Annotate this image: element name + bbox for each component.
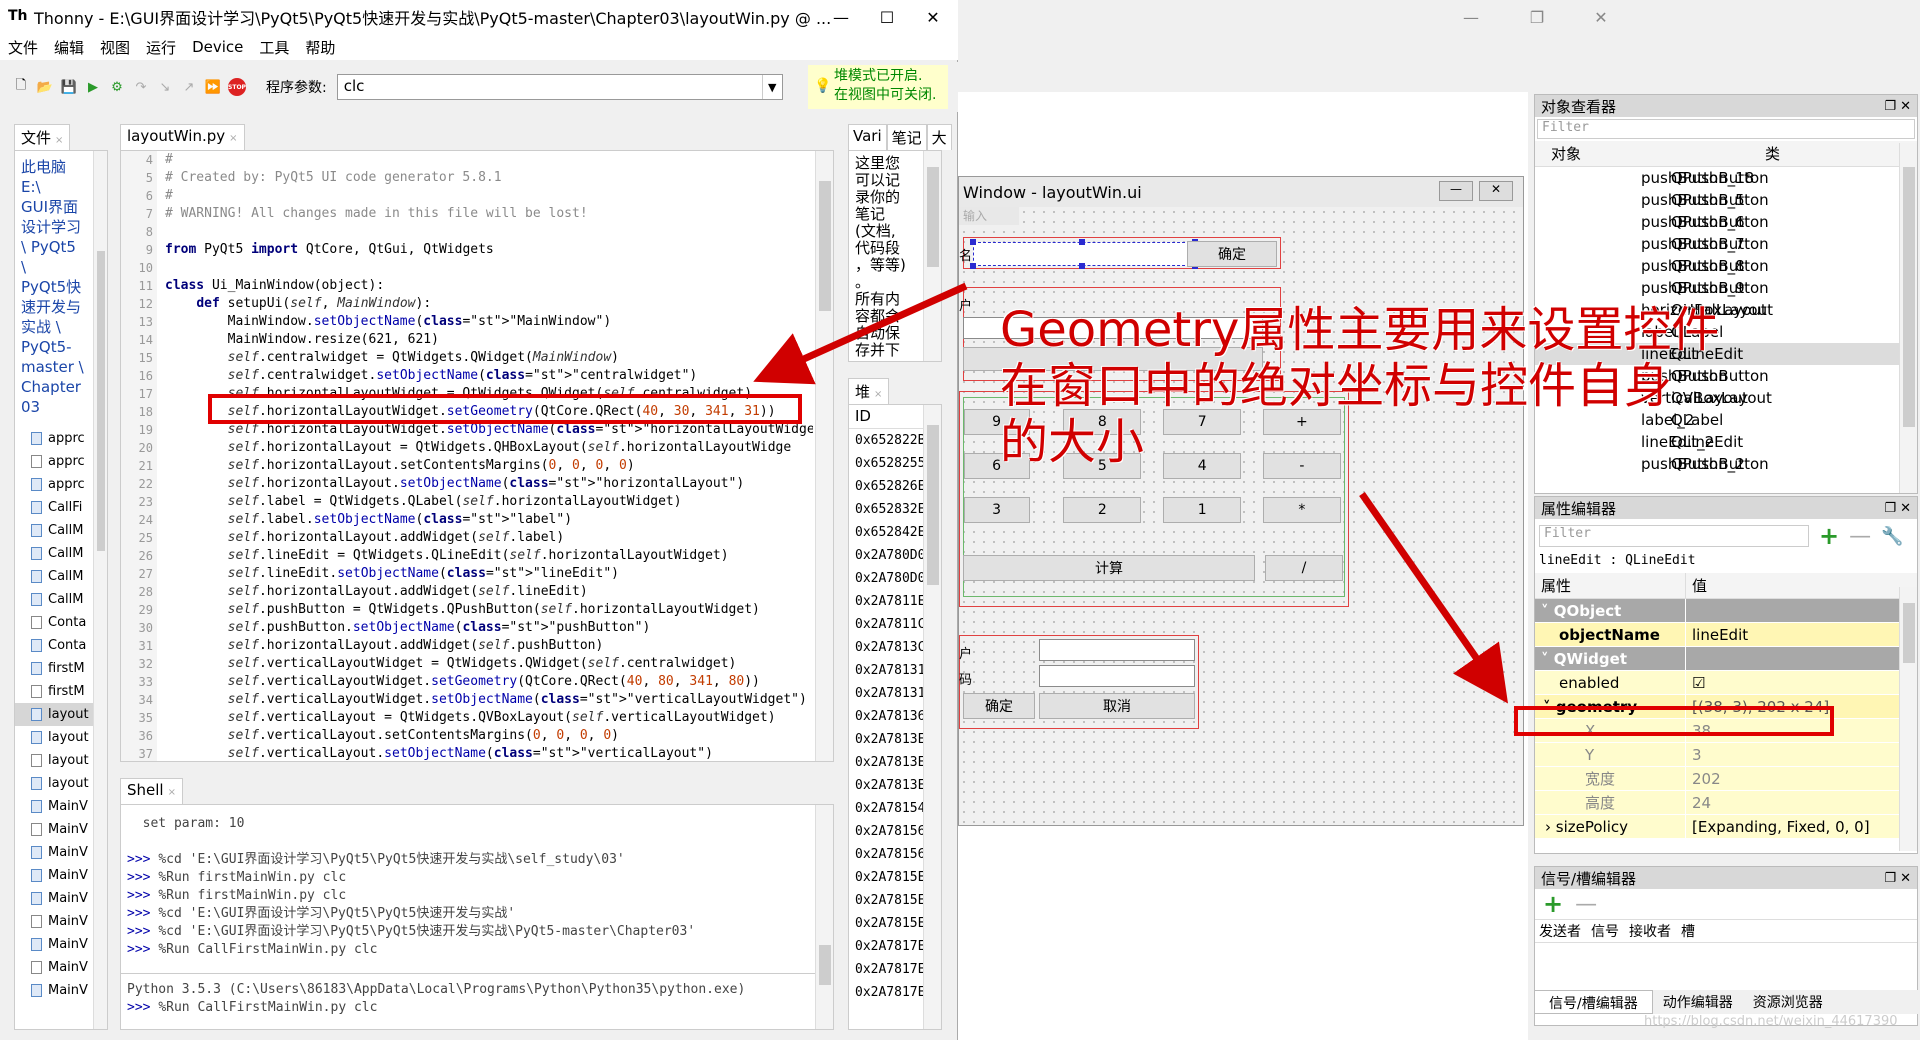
arrow-to-code	[753, 282, 968, 385]
annotation-arrows	[753, 282, 1509, 704]
arrow-to-geometry	[1359, 491, 1509, 704]
